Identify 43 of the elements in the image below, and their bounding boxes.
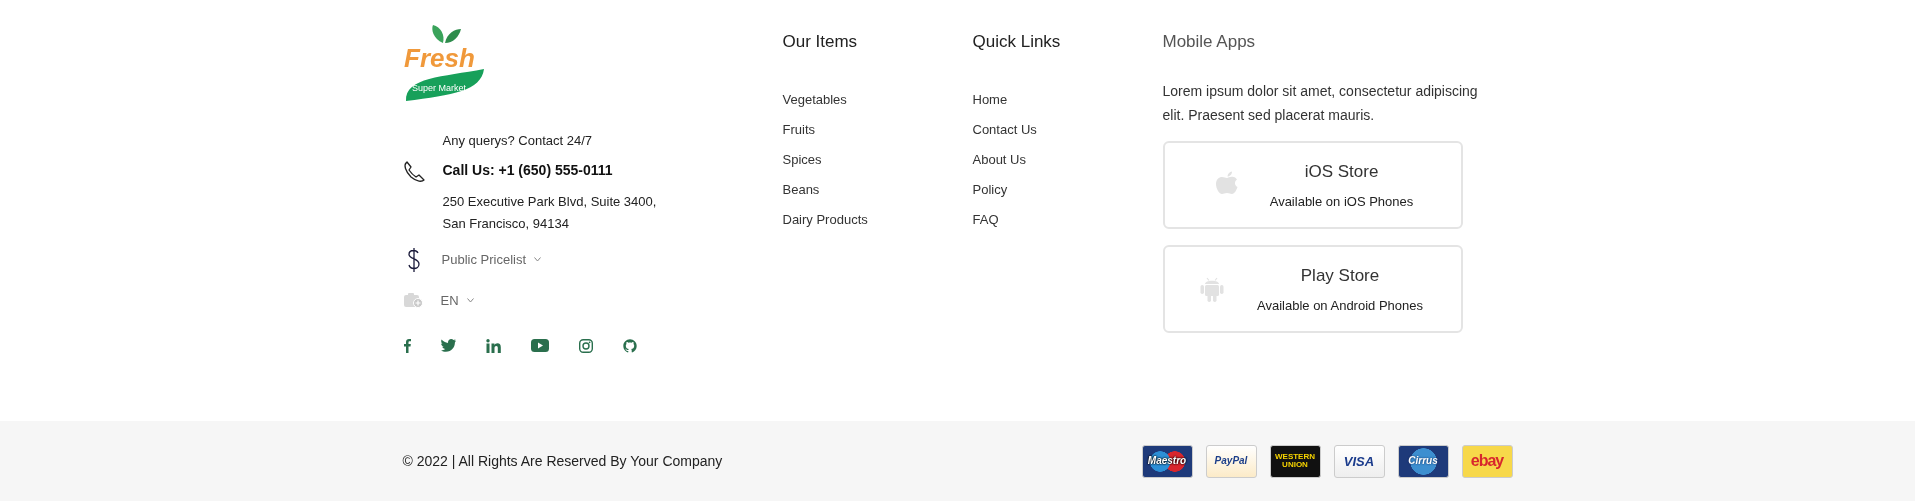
address: 250 Executive Park Blvd, Suite 3400, San Francisco, 94134 xyxy=(441,192,658,233)
language-dropdown[interactable]: EN xyxy=(440,290,474,310)
cat-icon[interactable] xyxy=(622,338,637,353)
linkedin-icon[interactable] xyxy=(485,338,501,353)
camera-icon[interactable] xyxy=(578,338,593,353)
phone-number: Call Us: +1 (650) 555-0111 xyxy=(442,161,613,180)
dollar-icon xyxy=(405,246,422,273)
store-title: iOS Store xyxy=(1303,160,1380,183)
quick-link[interactable]: FAQ xyxy=(972,211,999,230)
store-title: Play Store xyxy=(1299,264,1381,287)
item-link[interactable]: Fruits xyxy=(782,121,815,140)
twitter-icon[interactable] xyxy=(440,339,456,352)
item-link[interactable]: Beans xyxy=(782,181,820,200)
logo: Fresh Super Market xyxy=(402,25,485,103)
payment-logo: WESTERN UNION xyxy=(1269,444,1321,478)
description: Lorem ipsum dolor sit amet, consectetur adipiscing elit. Praesent sed placerat mauris. xyxy=(1162,82,1479,126)
caret-icon xyxy=(534,257,542,262)
quick-link[interactable]: Policy xyxy=(972,181,1008,200)
item-link[interactable]: Dairy Products xyxy=(782,211,868,230)
video-play-icon[interactable] xyxy=(530,339,549,352)
quick-link[interactable]: Contact Us xyxy=(972,121,1037,140)
column-heading: Our Items xyxy=(782,31,859,53)
play-store-button[interactable]: Play Store Available on Android Phones xyxy=(1162,245,1463,334)
payment-logo: VISA xyxy=(1333,444,1385,478)
column-heading: Quick Links xyxy=(972,31,1062,53)
payment-logo: Cirrus xyxy=(1397,444,1449,478)
robot-icon xyxy=(1199,275,1224,304)
payment-logo: PayPal xyxy=(1205,444,1257,478)
store-subtitle: Available on Android Phones xyxy=(1256,297,1424,316)
quick-link[interactable]: Home xyxy=(972,91,1008,110)
item-link[interactable]: Vegetables xyxy=(782,91,847,110)
app-store-button[interactable]: iOS Store Available on iOS Phones xyxy=(1162,141,1463,230)
payment-logo: ebay xyxy=(1461,444,1513,478)
pricelist-dropdown[interactable]: Public Pricelist xyxy=(441,249,542,270)
facebook-icon[interactable] xyxy=(402,338,411,353)
caret-icon xyxy=(466,297,474,303)
quick-link[interactable]: About Us xyxy=(972,151,1026,170)
column-heading: Mobile Apps xyxy=(1162,31,1257,53)
item-link[interactable]: Spices xyxy=(782,151,822,170)
store-subtitle: Available on iOS Phones xyxy=(1268,193,1415,212)
copyright-text: © 2022 | All Rights Are Reserved By Your Company xyxy=(402,451,723,471)
camera-icon xyxy=(402,292,423,309)
contact-note: Any querys? Contact 24/7 xyxy=(442,132,593,150)
